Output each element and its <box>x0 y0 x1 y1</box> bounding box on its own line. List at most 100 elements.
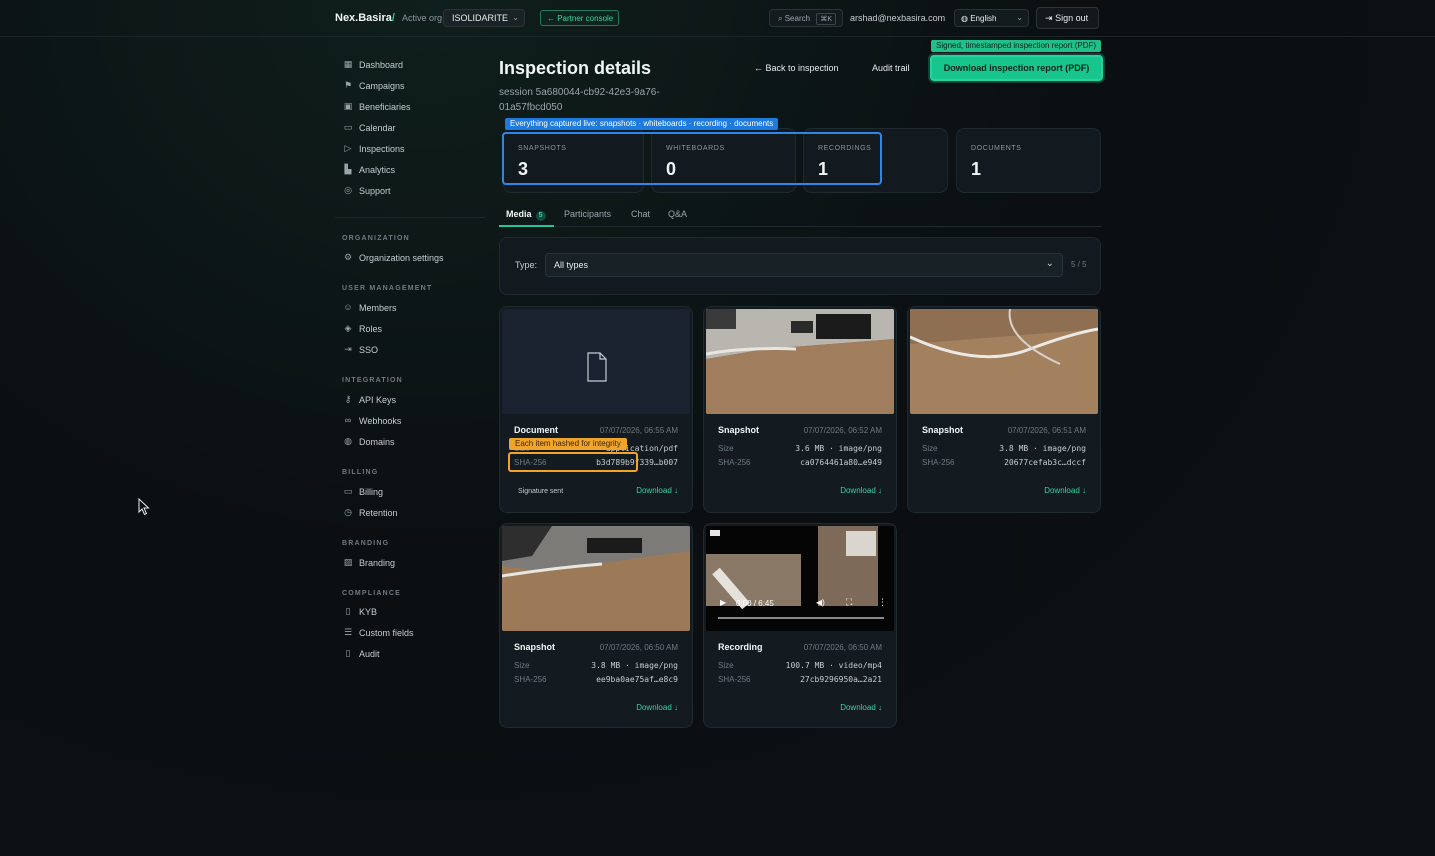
video-progress-bar[interactable] <box>718 617 884 619</box>
chevron-down-icon: ⌄ <box>1016 13 1023 22</box>
tab-participants[interactable]: Participants <box>564 209 611 219</box>
snapshot-thumbnail[interactable] <box>910 309 1098 414</box>
snapshot-image <box>502 526 690 631</box>
snapshot-thumbnail[interactable] <box>706 309 894 414</box>
sidebar-item-roles[interactable]: ◈ Roles <box>335 320 480 338</box>
flag-icon: ⚑ <box>343 80 353 90</box>
download-report-button[interactable]: Download inspection report (PDF) <box>930 55 1103 81</box>
size-label: Size <box>718 661 734 670</box>
sidebar-item-label: Dashboard <box>359 60 404 70</box>
sign-out-label: Sign out <box>1055 13 1089 23</box>
search-icon: ⌕ <box>778 14 783 23</box>
type-filter-select[interactable]: All types ⌄ <box>545 253 1063 277</box>
sha-label: SHA-256 <box>514 458 547 467</box>
sidebar-item-billing[interactable]: ▭ Billing <box>335 483 480 501</box>
sidebar-item-inspections[interactable]: ▷ Inspections <box>335 140 480 158</box>
sidebar-item-sso[interactable]: ⇥ SSO <box>335 341 480 359</box>
sidebar-item-label: Calendar <box>359 123 396 133</box>
credit-card-icon: ▭ <box>343 486 353 496</box>
chevron-down-icon: ⌄ <box>1045 258 1054 269</box>
sidebar-item-calendar[interactable]: ▭ Calendar <box>335 119 480 137</box>
mouse-cursor-icon <box>138 497 150 519</box>
globe-icon: ◍ <box>344 436 352 446</box>
card-title: Recording <box>718 642 763 652</box>
sidebar-item-organization-settings[interactable]: ⚙ Organization settings <box>335 249 480 267</box>
play-icon[interactable]: ▶ <box>720 598 726 607</box>
download-link[interactable]: Download ↓ <box>840 703 882 712</box>
partner-console-button[interactable]: ← Partner console <box>540 10 619 26</box>
sidebar-item-members[interactable]: ☺ Members <box>335 299 480 317</box>
brand-logo[interactable]: Nex.Basira/ <box>335 12 395 24</box>
fullscreen-icon[interactable]: ⛶ <box>846 597 852 608</box>
size-label: Size <box>718 444 734 453</box>
sidebar-item-campaigns[interactable]: ⚑ Campaigns <box>335 77 480 95</box>
sidebar-item-dashboard[interactable]: ▦ Dashboard <box>335 56 480 74</box>
sidebar-item-domains[interactable]: ◍ Domains <box>335 433 480 451</box>
snapshot-thumbnail[interactable] <box>502 526 690 631</box>
sidebar-item-support[interactable]: ◎ Support <box>335 182 480 200</box>
sidebar-item-label: Retention <box>359 508 398 518</box>
sidebar-item-label: Members <box>359 303 397 313</box>
media-card-snapshot: Snapshot 07/07/2026, 06:50 AM Size 3.8 M… <box>499 523 693 728</box>
tab-media[interactable]: Media 5 <box>506 209 546 221</box>
sign-out-icon: ⇥ <box>1045 13 1053 23</box>
sidebar-item-label: Branding <box>359 558 396 568</box>
stat-label: DOCUMENTS <box>971 145 1022 152</box>
globe-icon: ◍ <box>961 14 968 23</box>
language-select[interactable]: ◍ English ⌄ <box>954 9 1029 27</box>
tab-qa[interactable]: Q&A <box>668 209 687 219</box>
section-billing: BILLING <box>342 469 379 476</box>
download-link[interactable]: Download ↓ <box>840 486 882 495</box>
download-link[interactable]: Download ↓ <box>1044 486 1086 495</box>
stat-value: 1 <box>818 159 829 179</box>
download-link[interactable]: Download ↓ <box>636 703 678 712</box>
sidebar-item-label: Roles <box>359 324 383 334</box>
size-value: 3.8 MB · image/png <box>999 444 1086 453</box>
section-organization: ORGANIZATION <box>342 235 410 242</box>
users-icon: ☺ <box>343 302 353 312</box>
size-label: Size <box>514 661 530 670</box>
org-select-value: ISOLIDARITE <box>452 13 509 23</box>
sha-label: SHA-256 <box>514 675 547 684</box>
more-options-icon[interactable]: ⋮ <box>878 597 887 608</box>
search-button[interactable]: ⌕ Search ⌘K <box>769 9 843 27</box>
sidebar-item-api-keys[interactable]: ⚷ API Keys <box>335 391 480 409</box>
sidebar-item-audit[interactable]: ▯ Audit <box>335 645 480 663</box>
sidebar-item-label: Billing <box>359 487 384 497</box>
card-title: Snapshot <box>718 425 760 435</box>
card-date: 07/07/2026, 06:52 AM <box>803 426 882 435</box>
sidebar-item-kyb[interactable]: ▯ KYB <box>335 603 480 621</box>
link-icon: ∞ <box>344 415 352 425</box>
sidebar-item-webhooks[interactable]: ∞ Webhooks <box>335 412 480 430</box>
video-icon: ▷ <box>344 143 352 153</box>
stat-value: 0 <box>666 159 677 179</box>
sidebar-item-branding[interactable]: ▨ Branding <box>335 554 480 572</box>
chevron-down-icon: ⌄ <box>512 13 519 22</box>
sign-out-button[interactable]: ⇥ Sign out <box>1036 7 1099 29</box>
sha-value: 27cb9296950a…2a21 <box>800 675 882 684</box>
audit-trail-link[interactable]: Audit trail <box>872 63 910 73</box>
captured-live-tooltip: Everything captured live: snapshots · wh… <box>505 118 779 130</box>
volume-icon[interactable]: ◀) <box>816 598 825 607</box>
tab-label: Media <box>506 209 532 219</box>
sidebar-item-custom-fields[interactable]: ☰ Custom fields <box>335 624 480 642</box>
card-date: 07/07/2026, 06:55 AM <box>599 426 678 435</box>
sidebar-item-beneficiaries[interactable]: ▣ Beneficiaries <box>335 98 480 116</box>
org-select[interactable]: ISOLIDARITE ⌄ <box>443 9 525 27</box>
card-date: 07/07/2026, 06:50 AM <box>599 643 678 652</box>
media-card-snapshot: Snapshot 07/07/2026, 06:51 AM Size 3.8 M… <box>907 306 1101 513</box>
video-player[interactable]: ▶ 0:00 / 6:45 ◀) ⛶ ⋮ <box>706 526 894 631</box>
search-shortcut: ⌘K <box>816 13 836 25</box>
filter-panel: Type: All types ⌄ 5 / 5 <box>499 237 1101 295</box>
clock-icon: ◷ <box>344 507 352 517</box>
document-thumbnail[interactable] <box>502 309 690 414</box>
download-link[interactable]: Download ↓ <box>636 486 678 495</box>
back-to-inspection-link[interactable]: ← Back to inspection <box>754 63 839 73</box>
login-icon: ⇥ <box>344 344 352 354</box>
sha-value: 20677cefab3c…dccf <box>1004 458 1086 467</box>
tab-chat[interactable]: Chat <box>631 209 650 219</box>
sidebar-item-analytics[interactable]: ▙ Analytics <box>335 161 480 179</box>
sidebar-item-retention[interactable]: ◷ Retention <box>335 504 480 522</box>
document-icon: ▯ <box>345 606 351 616</box>
top-bar: Nex.Basira/ Active org ISOLIDARITE ⌄ ← P… <box>0 0 1435 37</box>
